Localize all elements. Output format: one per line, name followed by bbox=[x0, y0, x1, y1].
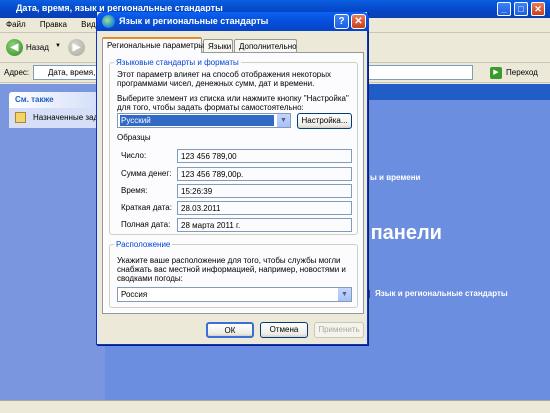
sample-value: 123 456 789,00 bbox=[177, 149, 352, 163]
sample-value: 28.03.2011 bbox=[177, 201, 352, 215]
tab-regional[interactable]: Региональные параметры bbox=[102, 37, 204, 53]
samples-label: Образцы bbox=[117, 133, 151, 142]
formats-group-title: Языковые стандарты и форматы bbox=[116, 58, 239, 67]
tab-advanced[interactable]: Дополнительно bbox=[234, 39, 297, 53]
apply-button[interactable]: Применить bbox=[314, 322, 364, 338]
sample-label: Краткая дата: bbox=[121, 203, 172, 212]
desc2-line1: Выберите элемент из списка или нажмите к… bbox=[117, 94, 349, 103]
cancel-button[interactable]: Отмена bbox=[260, 322, 308, 338]
menu-file[interactable]: Файл bbox=[6, 20, 26, 29]
close-button[interactable]: ✕ bbox=[531, 2, 545, 16]
desc1-line1: Этот параметр влияет на способ отображен… bbox=[117, 70, 331, 79]
maximize-button[interactable]: □ bbox=[514, 2, 528, 16]
go-icon[interactable]: ▶ bbox=[490, 67, 502, 79]
desc3-line3: сводками погоды: bbox=[117, 274, 183, 283]
regional-options-dialog: Язык и региональные стандарты ? ✕ Регион… bbox=[96, 12, 369, 345]
customize-button[interactable]: Настройка... bbox=[297, 113, 352, 129]
back-label[interactable]: Назад bbox=[26, 43, 49, 52]
dialog-title: Язык и региональные стандарты bbox=[97, 12, 369, 31]
tab-panel: Языковые стандарты и форматы Этот параме… bbox=[102, 52, 364, 314]
desc3-line1: Укажите ваше расположение для того, чтоб… bbox=[117, 256, 341, 265]
sample-value: 28 марта 2011 г. bbox=[177, 218, 352, 232]
back-arrow-icon[interactable]: ◀ bbox=[6, 39, 23, 56]
sample-label: Число: bbox=[121, 151, 147, 160]
control-panel-heading: к панели bbox=[355, 222, 442, 244]
sample-label: Время: bbox=[121, 186, 148, 195]
desc2-line2: для того, чтобы задать форматы самостоят… bbox=[117, 103, 304, 112]
task-pane: См. также Назначенные задания bbox=[0, 84, 129, 413]
regional-options-link[interactable]: Язык и региональные стандарты bbox=[375, 289, 508, 298]
locale-value: Русский bbox=[120, 115, 274, 126]
category-text[interactable]: ы и времени bbox=[370, 173, 420, 182]
help-button[interactable]: ? bbox=[334, 14, 349, 29]
back-dropdown-icon[interactable]: ▼ bbox=[55, 43, 61, 49]
dialog-close-button[interactable]: ✕ bbox=[351, 14, 366, 29]
sample-label: Сумма денег: bbox=[121, 169, 172, 178]
location-value: Россия bbox=[121, 290, 148, 299]
chevron-down-icon[interactable]: ▼ bbox=[276, 114, 290, 127]
tab-languages[interactable]: Языки bbox=[203, 39, 233, 53]
status-bar bbox=[0, 400, 550, 413]
desc1-line2: программами чисел, денежных сумм, дат и … bbox=[117, 79, 315, 88]
go-label[interactable]: Переход bbox=[506, 68, 538, 77]
locale-select[interactable]: Русский ▼ bbox=[117, 113, 291, 128]
sample-value: 15:26:39 bbox=[177, 184, 352, 198]
forward-arrow-icon[interactable]: ▶ bbox=[68, 39, 85, 56]
menu-view[interactable]: Вид bbox=[81, 20, 95, 29]
globe-icon bbox=[102, 15, 115, 28]
sample-label: Полная дата: bbox=[121, 220, 171, 229]
chevron-down-icon[interactable]: ▼ bbox=[337, 288, 351, 301]
desc3-line2: снабжать вас местной информацией, наприм… bbox=[117, 265, 346, 274]
menu-edit[interactable]: Правка bbox=[40, 20, 67, 29]
scheduled-tasks-icon bbox=[15, 112, 26, 123]
location-group-title: Расположение bbox=[116, 240, 171, 249]
ok-button[interactable]: ОК bbox=[206, 322, 254, 338]
location-select[interactable]: Россия ▼ bbox=[117, 287, 352, 302]
sample-value: 123 456 789,00р. bbox=[177, 167, 352, 181]
minimize-button[interactable]: _ bbox=[497, 2, 511, 16]
address-label: Адрес: bbox=[4, 68, 30, 77]
